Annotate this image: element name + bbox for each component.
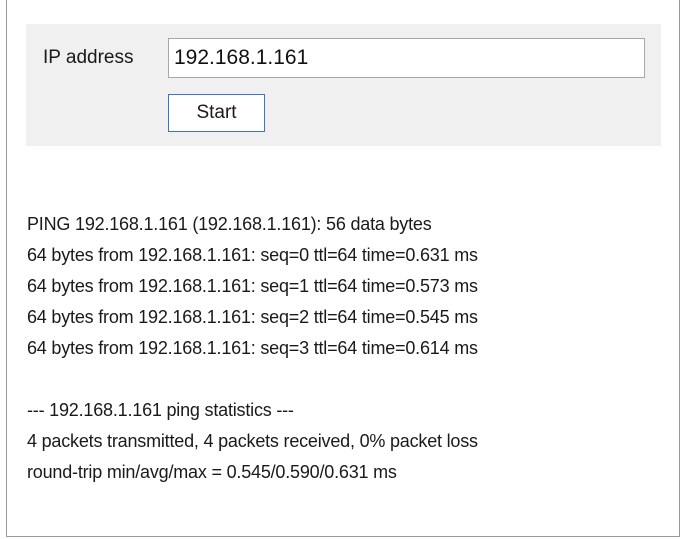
ping-reply-line: 64 bytes from 192.168.1.161: seq=3 ttl=6…: [27, 338, 478, 358]
ping-statistics-header: --- 192.168.1.161 ping statistics ---: [27, 400, 294, 420]
ping-panel: IP address Start PING 192.168.1.161 (192…: [6, 0, 680, 537]
ping-output: PING 192.168.1.161 (192.168.1.161): 56 d…: [27, 209, 677, 488]
ip-address-input[interactable]: [168, 38, 645, 78]
ping-form: IP address Start: [26, 24, 661, 146]
start-button[interactable]: Start: [168, 94, 265, 132]
ip-address-label: IP address: [43, 47, 134, 68]
ping-packets-summary: 4 packets transmitted, 4 packets receive…: [27, 431, 478, 451]
ping-reply-line: 64 bytes from 192.168.1.161: seq=0 ttl=6…: [27, 245, 478, 265]
ping-round-trip-summary: round-trip min/avg/max = 0.545/0.590/0.6…: [27, 462, 397, 482]
ping-header-line: PING 192.168.1.161 (192.168.1.161): 56 d…: [27, 214, 432, 234]
ping-reply-line: 64 bytes from 192.168.1.161: seq=2 ttl=6…: [27, 307, 478, 327]
ping-reply-line: 64 bytes from 192.168.1.161: seq=1 ttl=6…: [27, 276, 478, 296]
output-blank-line: [27, 364, 677, 395]
